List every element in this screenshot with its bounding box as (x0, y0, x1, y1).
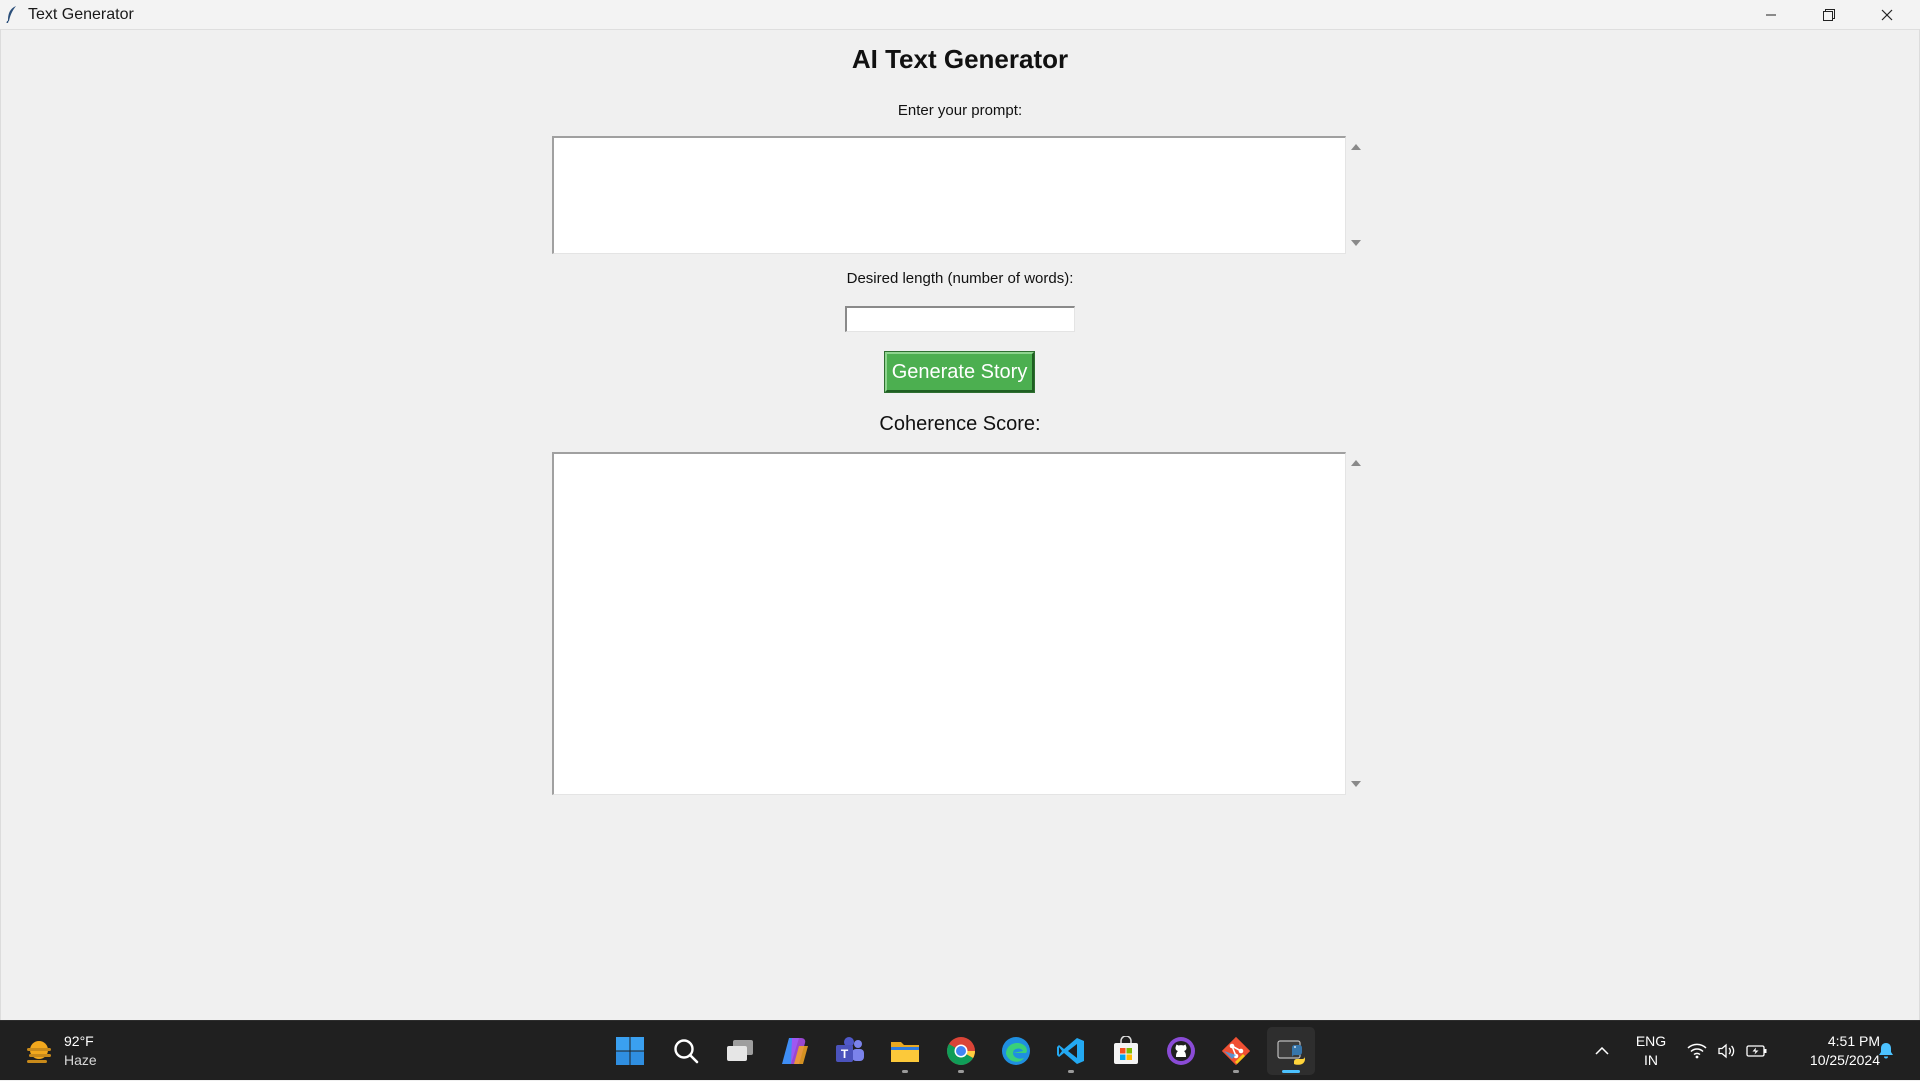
folder-icon (891, 1042, 919, 1062)
restore-icon (1823, 8, 1835, 21)
chrome-icon (947, 1037, 975, 1065)
chevron-up-icon (1595, 1047, 1609, 1055)
prompt-label: Enter your prompt: (897, 102, 1023, 119)
scroll-down-arrow-icon[interactable] (1346, 233, 1366, 253)
taskbar-vscode-button[interactable] (1047, 1027, 1095, 1075)
running-indicator (902, 1070, 908, 1073)
taskbar-edge-button[interactable] (992, 1027, 1040, 1075)
notifications-button[interactable] (1874, 1021, 1898, 1081)
language-code: ENG (1635, 1033, 1667, 1049)
vscode-icon (1057, 1038, 1084, 1064)
python-icon (1277, 1040, 1305, 1065)
show-hidden-icons-button[interactable] (1590, 1021, 1614, 1081)
scroll-up-arrow-icon[interactable] (1346, 137, 1366, 157)
length-label: Desired length (number of words): (846, 270, 1074, 287)
taskbar-chrome-button[interactable] (937, 1027, 985, 1075)
store-icon (1114, 1036, 1138, 1064)
length-input[interactable] (845, 306, 1075, 332)
close-icon (1881, 9, 1893, 20)
close-button[interactable] (1858, 0, 1916, 29)
window-border-left (0, 29, 1, 1020)
teams-icon: T (836, 1037, 864, 1062)
title-bar: Text Generator (0, 0, 1920, 30)
running-indicator (1233, 1070, 1239, 1073)
taskbar-git-button[interactable] (1212, 1027, 1260, 1075)
bell-icon (1879, 1043, 1893, 1059)
coherence-score-label: Coherence Score: (879, 413, 1041, 435)
git-icon (1221, 1036, 1251, 1066)
taskbar-file-explorer-button[interactable] (881, 1027, 929, 1075)
taskbar-python-button[interactable] (1267, 1027, 1315, 1075)
language-region: IN (1644, 1052, 1658, 1068)
edge-icon (1002, 1037, 1030, 1065)
search-icon (674, 1039, 699, 1064)
clock-date: 10/25/2024 (1809, 1052, 1880, 1068)
taskbar-copilot-button[interactable] (771, 1027, 819, 1075)
svg-text:T: T (841, 1047, 849, 1061)
running-indicator (958, 1070, 964, 1073)
output-textarea[interactable] (552, 452, 1346, 795)
wifi-icon (1687, 1043, 1707, 1059)
app-heading: AI Text Generator (851, 44, 1069, 74)
scroll-up-arrow-icon[interactable] (1346, 453, 1366, 473)
prompt-textarea[interactable] (552, 136, 1346, 254)
clock[interactable]: 4:51 PM 10/25/2024 (1780, 1032, 1880, 1070)
scroll-down-arrow-icon[interactable] (1346, 774, 1366, 794)
minimize-button[interactable] (1742, 0, 1800, 29)
feather-icon (6, 6, 16, 23)
wifi-button[interactable] (1686, 1021, 1708, 1081)
taskbar-teams-button[interactable]: T (826, 1027, 874, 1075)
window-title: Text Generator (28, 6, 134, 23)
weather-temperature: 92°F (64, 1033, 94, 1049)
copilot-icon (782, 1038, 808, 1064)
taskbar-start-button[interactable] (606, 1027, 654, 1075)
restore-button[interactable] (1800, 0, 1858, 29)
generate-story-button[interactable]: Generate Story (884, 351, 1035, 393)
taskbar-github-button[interactable] (1157, 1027, 1205, 1075)
github-icon (1167, 1037, 1195, 1065)
volume-icon (1718, 1043, 1735, 1059)
battery-charging-icon (1746, 1045, 1767, 1057)
minimize-icon (1766, 14, 1776, 15)
volume-button[interactable] (1716, 1021, 1738, 1081)
taskbar: 92°F Haze T ENG IN 4:51 PM 10/25/2024 (0, 1020, 1920, 1080)
task-view-icon (727, 1040, 753, 1061)
windows-start-icon (616, 1037, 644, 1065)
running-indicator (1068, 1070, 1074, 1073)
prompt-scrollbar[interactable] (1346, 136, 1366, 254)
battery-button[interactable] (1746, 1021, 1768, 1081)
weather-haze-icon (27, 1041, 51, 1063)
clock-time: 4:51 PM (1827, 1033, 1880, 1049)
weather-condition: Haze (64, 1052, 97, 1068)
taskbar-store-button[interactable] (1102, 1027, 1150, 1075)
taskbar-task-view-button[interactable] (716, 1027, 764, 1075)
output-scrollbar[interactable] (1346, 452, 1366, 795)
language-indicator[interactable]: ENG IN (1630, 1032, 1672, 1070)
taskbar-search-button[interactable] (662, 1027, 710, 1075)
active-indicator (1282, 1070, 1300, 1073)
